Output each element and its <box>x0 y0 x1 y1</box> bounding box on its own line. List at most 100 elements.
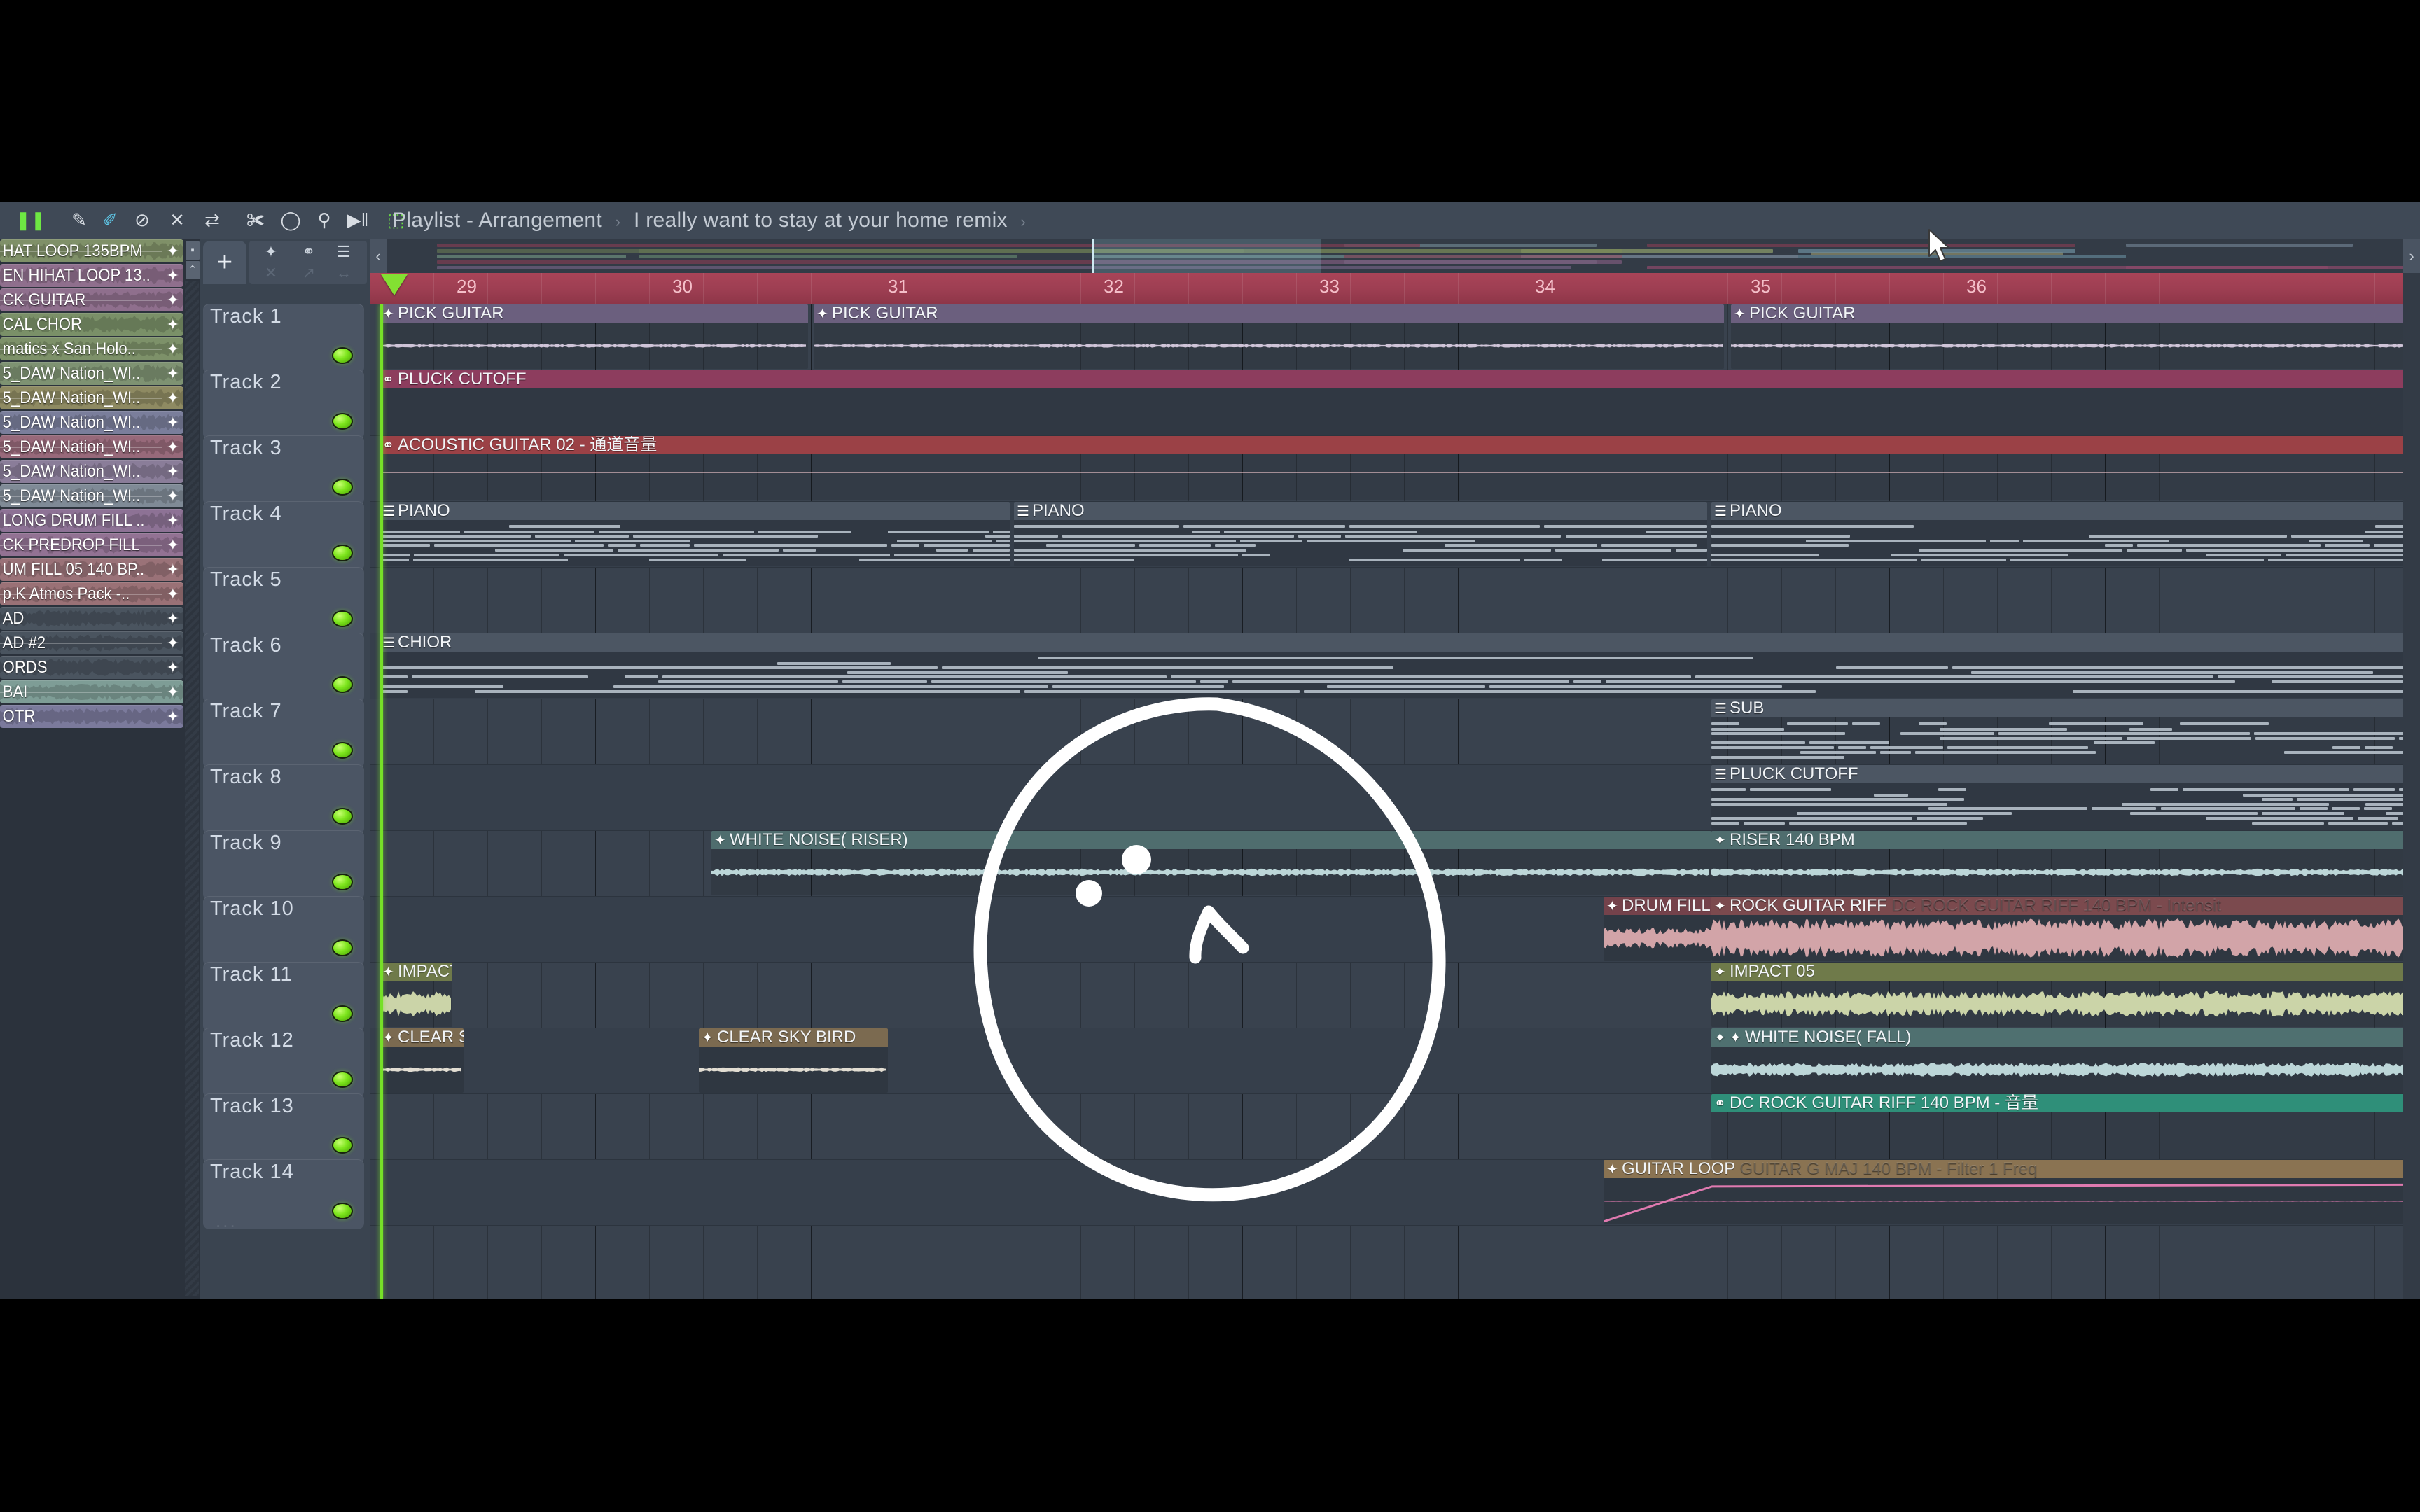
clip-header[interactable]: ☰ PIANO <box>380 502 1010 520</box>
clip-browser-item[interactable]: AD #2 ✦ <box>0 631 183 654</box>
track-header-1[interactable]: Track 1... <box>203 304 364 374</box>
clip-body[interactable] <box>380 454 2420 500</box>
clip-browser-item[interactable]: BAI ✦ <box>0 680 183 704</box>
track-name-label[interactable]: Track 4 <box>210 503 282 526</box>
playlist-track-row[interactable] <box>370 567 2420 634</box>
track-enable-led[interactable] <box>332 347 353 364</box>
playlist-clip[interactable]: ✦ PICK GUITAR <box>1731 304 2420 369</box>
clip-browser-item[interactable]: 5_DAW Nation_WI.. ✦ <box>0 411 183 434</box>
track-header-9[interactable]: Track 9... <box>203 830 364 901</box>
playhead-marker-icon[interactable] <box>381 274 408 295</box>
clip-browser-item[interactable]: HAT LOOP 135BPM ✦ <box>0 239 183 262</box>
track-options-dots[interactable]: ... <box>216 356 237 374</box>
clip-header[interactable]: ✦ RISER 140 BPM <box>1711 831 2420 849</box>
clip-header[interactable]: ⚭ PLUCK CUTOFF <box>380 370 2420 388</box>
playlist-clip[interactable]: ⚭ PLUCK CUTOFF <box>380 370 2420 435</box>
browser-scroll-up-button[interactable]: ⌃ <box>185 260 200 280</box>
clip-browser-item[interactable]: LONG DRUM FILL .. ✦ <box>0 509 183 532</box>
track-options-dots[interactable]: ... <box>216 685 237 704</box>
clip-header[interactable]: ⚭ DC ROCK GUITAR RIFF 140 BPM - 音量 <box>1711 1094 2420 1112</box>
clip-header[interactable]: ✦CLEAR SKY BIRD <box>699 1028 888 1046</box>
mute-icon[interactable]: ✕ <box>165 206 189 234</box>
clip-header[interactable]: ✦ PICK GUITAR <box>380 304 808 323</box>
select-icon[interactable]: ◯ <box>279 206 302 234</box>
browser-scroll-stop-button[interactable]: ▪ <box>185 241 200 260</box>
clip-header[interactable]: ☰ PIANO <box>1014 502 1707 520</box>
clip-browser-item[interactable]: CK PREDROP FILL ✦ <box>0 533 183 556</box>
slope-tool-icon[interactable]: ↗ <box>297 263 321 283</box>
clip-header[interactable]: ✦ GUITAR LOOP GUITAR G MAJ 140 BPM - Filt… <box>1604 1160 2420 1178</box>
clip-body[interactable] <box>699 1046 888 1093</box>
playlist-clip[interactable]: ☰ SUB <box>1711 699 2420 764</box>
track-options-dots[interactable]: ... <box>216 817 237 835</box>
clip-header[interactable]: ✦ WHITE NOISE( RISER) <box>711 831 1711 849</box>
track-enable-led[interactable] <box>332 676 353 693</box>
clip-body[interactable] <box>1711 783 2420 830</box>
timeline-ruler[interactable]: 29 30 31 32 33 34 35 36 <box>370 273 2420 304</box>
track-enable-led[interactable] <box>332 479 353 496</box>
playlist-clip[interactable]: ⚭ ACOUSTIC GUITAR 02 - 通道音量 <box>380 436 2420 500</box>
clip-header[interactable]: ☰ PLUCK CUTOFF <box>1711 765 2420 783</box>
clip-body[interactable] <box>380 388 2420 435</box>
track-header-8[interactable]: Track 8... <box>203 764 364 835</box>
clip-browser-item[interactable]: 5_DAW Nation_WI.. ✦ <box>0 386 183 410</box>
track-name-label[interactable]: Track 2 <box>210 371 282 394</box>
track-name-label[interactable]: Track 6 <box>210 634 282 657</box>
playlist-clip[interactable]: ✦ IMPACT 05 <box>380 962 452 1027</box>
track-name-label[interactable]: Track 13 <box>210 1095 294 1118</box>
track-enable-led[interactable] <box>332 545 353 561</box>
zoom-icon[interactable]: ⚲ <box>312 206 336 234</box>
delete-icon[interactable]: ⊘ <box>130 206 154 234</box>
track-name-label[interactable]: Track 12 <box>210 1029 294 1052</box>
playlist-clip[interactable]: ✦ RISER 140 BPM <box>1711 831 2420 895</box>
track-enable-led[interactable] <box>332 1203 353 1219</box>
track-name-label[interactable]: Track 14 <box>210 1161 294 1184</box>
track-options-dots[interactable]: ... <box>216 751 237 769</box>
cut-tool-icon[interactable]: ✕ <box>259 263 283 283</box>
track-enable-led[interactable] <box>332 939 353 956</box>
playlist-clip[interactable]: ✦ PICK GUITAR <box>380 304 808 369</box>
add-track-button[interactable]: + <box>203 241 246 284</box>
clip-header[interactable]: ☰ PIANO <box>1711 502 2420 520</box>
playlist-clip[interactable]: ✦ PICK GUITAR <box>814 304 1724 369</box>
clip-browser-item[interactable]: UM FILL 05 140 BP.. ✦ <box>0 558 183 581</box>
clip-browser-item[interactable]: CK GUITAR ✦ <box>0 288 183 312</box>
playlist-clip[interactable]: ✦ IMPACT 05 <box>1711 962 2420 1027</box>
track-header-7[interactable]: Track 7... <box>203 699 364 769</box>
track-name-label[interactable]: Track 8 <box>210 766 282 789</box>
track-enable-led[interactable] <box>332 808 353 825</box>
clip-header[interactable]: ✦ PICK GUITAR <box>1731 304 2420 323</box>
fade-handle-icon[interactable]: ✦ <box>1714 1029 1730 1047</box>
playlist-clip[interactable]: ✦ DRUM FILL 05 140 BPM <box>1604 897 1711 961</box>
clip-body[interactable] <box>1604 1178 2420 1224</box>
clip-header[interactable]: ☰ CHIOR <box>380 634 2420 652</box>
clip-body[interactable] <box>1711 981 2420 1027</box>
clip-browser-item[interactable]: OTR ✦ <box>0 705 183 728</box>
clip-body[interactable] <box>380 323 808 369</box>
playlist-clip[interactable]: ✦CLEAR SKY BIRD <box>699 1028 888 1093</box>
clip-browser-item[interactable]: 5_DAW Nation_WI.. ✦ <box>0 435 183 458</box>
clip-body[interactable] <box>1711 1046 2420 1093</box>
track-header-2[interactable]: Track 2... <box>203 370 364 440</box>
track-enable-led[interactable] <box>332 1137 353 1154</box>
clip-browser-item[interactable]: AD ✦ <box>0 607 183 630</box>
clip-browser-item[interactable]: CAL CHOR ✦ <box>0 313 183 336</box>
track-options-dots[interactable]: ... <box>216 422 237 440</box>
track-options-dots[interactable]: ... <box>216 948 237 967</box>
playlist-clip[interactable]: ⚭ DC ROCK GUITAR RIFF 140 BPM - 音量 <box>1711 1094 2420 1158</box>
clip-body[interactable] <box>814 323 1724 369</box>
clip-body[interactable] <box>1711 718 2420 764</box>
track-header-4[interactable]: Track 4... <box>203 501 364 572</box>
clip-body[interactable] <box>1711 1112 2420 1158</box>
track-header-14[interactable]: Track 14... <box>203 1159 364 1230</box>
playlist-clip[interactable]: ☰ CHIOR <box>380 634 2420 698</box>
clip-body[interactable] <box>1711 520 2420 566</box>
track-options-dots[interactable]: ... <box>216 1212 237 1230</box>
browser-scrollbar[interactable]: ▪ ⌃ <box>183 239 200 1299</box>
track-enable-led[interactable] <box>332 874 353 890</box>
overview-scroll-left-button[interactable]: ‹ <box>370 239 387 273</box>
overview-canvas[interactable] <box>387 239 2403 273</box>
clip-browser-item[interactable]: matics x San Holo.. ✦ <box>0 337 183 360</box>
track-header-5[interactable]: Track 5... <box>203 567 364 638</box>
clip-header[interactable]: ✦ ✦ WHITE NOISE( FALL) <box>1711 1028 2420 1046</box>
